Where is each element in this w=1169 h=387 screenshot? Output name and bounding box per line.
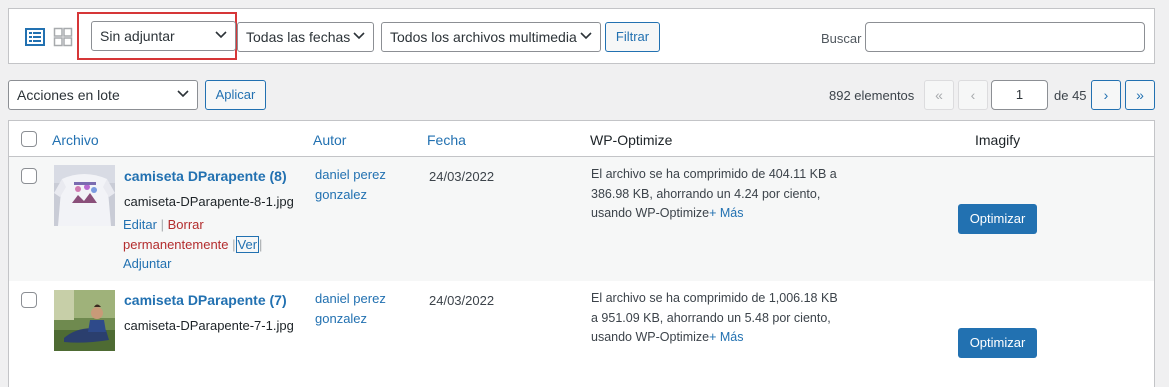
- media-filename: camiseta-DParapente-7-1.jpg: [124, 318, 294, 333]
- filter-button[interactable]: Filtrar: [605, 22, 660, 52]
- wpo-more-link[interactable]: + Más: [709, 330, 743, 344]
- attachment-filter-value: Sin adjuntar: [100, 28, 175, 44]
- total-pages-label: de 45: [1054, 88, 1087, 103]
- author-link[interactable]: daniel perez gonzalez: [315, 289, 415, 329]
- optimize-button[interactable]: Optimizar: [958, 204, 1037, 234]
- wpo-status: El archivo se ha comprimido de 404.11 KB…: [591, 165, 841, 224]
- action-separator: |: [160, 217, 164, 232]
- row-actions: Editar | Borrar permanentemente | Ver | Ad…: [123, 215, 298, 274]
- media-date: 24/03/2022: [429, 293, 495, 308]
- first-page-button[interactable]: «: [924, 80, 954, 110]
- list-view-icon[interactable]: [25, 27, 45, 47]
- type-filter-value: Todos los archivos multimedia: [390, 29, 577, 45]
- media-filter-toolbar: Sin adjuntar Todas las fechas Todos los …: [8, 8, 1155, 64]
- media-thumbnail[interactable]: [54, 290, 115, 351]
- last-page-button[interactable]: »: [1125, 80, 1155, 110]
- search-input[interactable]: [865, 22, 1145, 52]
- media-filename: camiseta-DParapente-8-1.jpg: [124, 194, 294, 209]
- table-row: camiseta DParapente (8) camiseta-DParape…: [9, 157, 1154, 281]
- select-all-checkbox[interactable]: [21, 131, 37, 147]
- highlight-outline: Sin adjuntar: [77, 12, 237, 60]
- item-count: 892 elementos: [829, 88, 915, 103]
- wpo-more-link[interactable]: + Más: [709, 206, 743, 220]
- row-checkbox[interactable]: [21, 292, 37, 308]
- column-wpo: WP-Optimize: [590, 132, 673, 148]
- column-date[interactable]: Fecha: [427, 132, 466, 148]
- prev-page-button[interactable]: ‹: [958, 80, 988, 110]
- bulk-action-select[interactable]: Acciones en lote: [8, 80, 198, 110]
- author-link[interactable]: daniel perez gonzalez: [315, 165, 415, 205]
- row-checkbox[interactable]: [21, 168, 37, 184]
- chevron-down-icon: [580, 32, 592, 40]
- media-date: 24/03/2022: [429, 169, 495, 184]
- view-link[interactable]: Ver: [235, 235, 260, 253]
- media-title-link[interactable]: camiseta DParapente (7): [124, 292, 287, 308]
- chevron-down-icon: [215, 31, 227, 39]
- wpo-status: El archivo se ha comprimido de 1,006.18 …: [591, 289, 841, 348]
- table-row: camiseta DParapente (7) camiseta-DParape…: [9, 281, 1154, 387]
- media-title-link[interactable]: camiseta DParapente (8): [124, 168, 287, 184]
- grid-view-icon[interactable]: [53, 27, 73, 47]
- date-filter-value: Todas las fechas: [246, 29, 351, 45]
- optimize-button[interactable]: Optimizar: [958, 328, 1037, 358]
- chevron-down-icon: [177, 90, 189, 98]
- current-page-input[interactable]: 1: [991, 80, 1048, 110]
- attach-link[interactable]: Adjuntar: [123, 256, 171, 271]
- media-table: Archivo Autor Fecha WP-Optimize Imagify …: [8, 120, 1155, 387]
- next-page-button[interactable]: ›: [1091, 80, 1121, 110]
- apply-button[interactable]: Aplicar: [205, 80, 266, 110]
- chevron-down-icon: [353, 32, 365, 40]
- media-thumbnail[interactable]: [54, 165, 115, 226]
- column-author[interactable]: Autor: [313, 132, 346, 148]
- edit-link[interactable]: Editar: [123, 217, 157, 232]
- bulk-action-value: Acciones en lote: [17, 87, 120, 103]
- date-filter-select[interactable]: Todas las fechas: [237, 22, 374, 52]
- column-imagify: Imagify: [975, 132, 1021, 148]
- search-label: Buscar: [821, 31, 862, 46]
- column-file[interactable]: Archivo: [52, 132, 99, 148]
- table-header: Archivo Autor Fecha WP-Optimize Imagify: [9, 121, 1154, 157]
- attachment-filter-select[interactable]: Sin adjuntar: [91, 21, 236, 51]
- type-filter-select[interactable]: Todos los archivos multimedia: [381, 22, 601, 52]
- action-separator: |: [259, 236, 263, 252]
